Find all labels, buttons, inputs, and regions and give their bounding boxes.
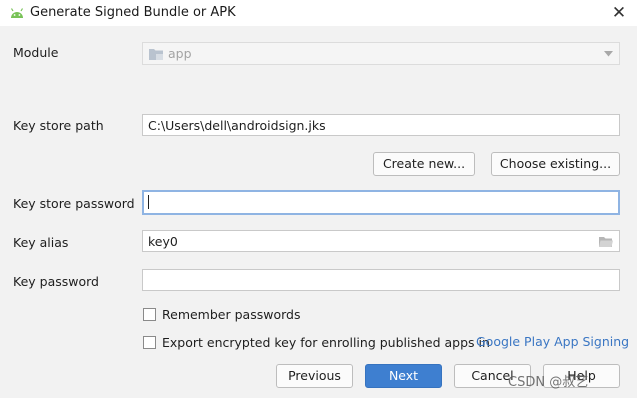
key-store-password-label: Key store password [13,196,135,211]
text-caret [148,195,149,209]
google-play-app-signing-link[interactable]: Google Play App Signing [476,334,629,349]
previous-button[interactable]: Previous [276,364,353,388]
remember-passwords-label[interactable]: Remember passwords [162,307,300,322]
key-store-password-field[interactable] [142,190,620,215]
module-label: Module [13,45,59,60]
module-value: app [168,46,192,61]
close-button[interactable]: ✕ [609,3,629,23]
watermark: CSDN @叔艺 [508,375,589,390]
key-password-label: Key password [13,274,99,289]
key-alias-value: key0 [148,234,178,249]
key-password-field[interactable] [142,269,620,291]
key-store-path-field[interactable]: C:\Users\dell\androidsign.jks [142,114,620,136]
android-icon [10,8,24,18]
choose-existing-button[interactable]: Choose existing... [491,152,620,176]
module-select[interactable]: app [142,42,620,65]
key-alias-label: Key alias [13,235,69,250]
export-key-checkbox[interactable] [143,336,156,349]
key-store-path-label: Key store path [13,118,104,133]
browse-folder-icon[interactable] [599,236,613,247]
dialog-content: Module app Key store path C:\Users\dell\… [0,26,637,398]
window-title: Generate Signed Bundle or APK [30,5,236,20]
title-bar: Generate Signed Bundle or APK ✕ [0,0,637,26]
key-alias-field[interactable]: key0 [142,230,620,252]
export-key-label[interactable]: Export encrypted key for enrolling publi… [162,335,490,350]
next-button[interactable]: Next [365,364,442,388]
key-store-path-value: C:\Users\dell\androidsign.jks [148,118,326,133]
chevron-down-icon [604,51,613,57]
create-new-button[interactable]: Create new... [373,152,475,176]
remember-passwords-checkbox[interactable] [143,308,156,321]
module-folder-icon [149,49,163,60]
